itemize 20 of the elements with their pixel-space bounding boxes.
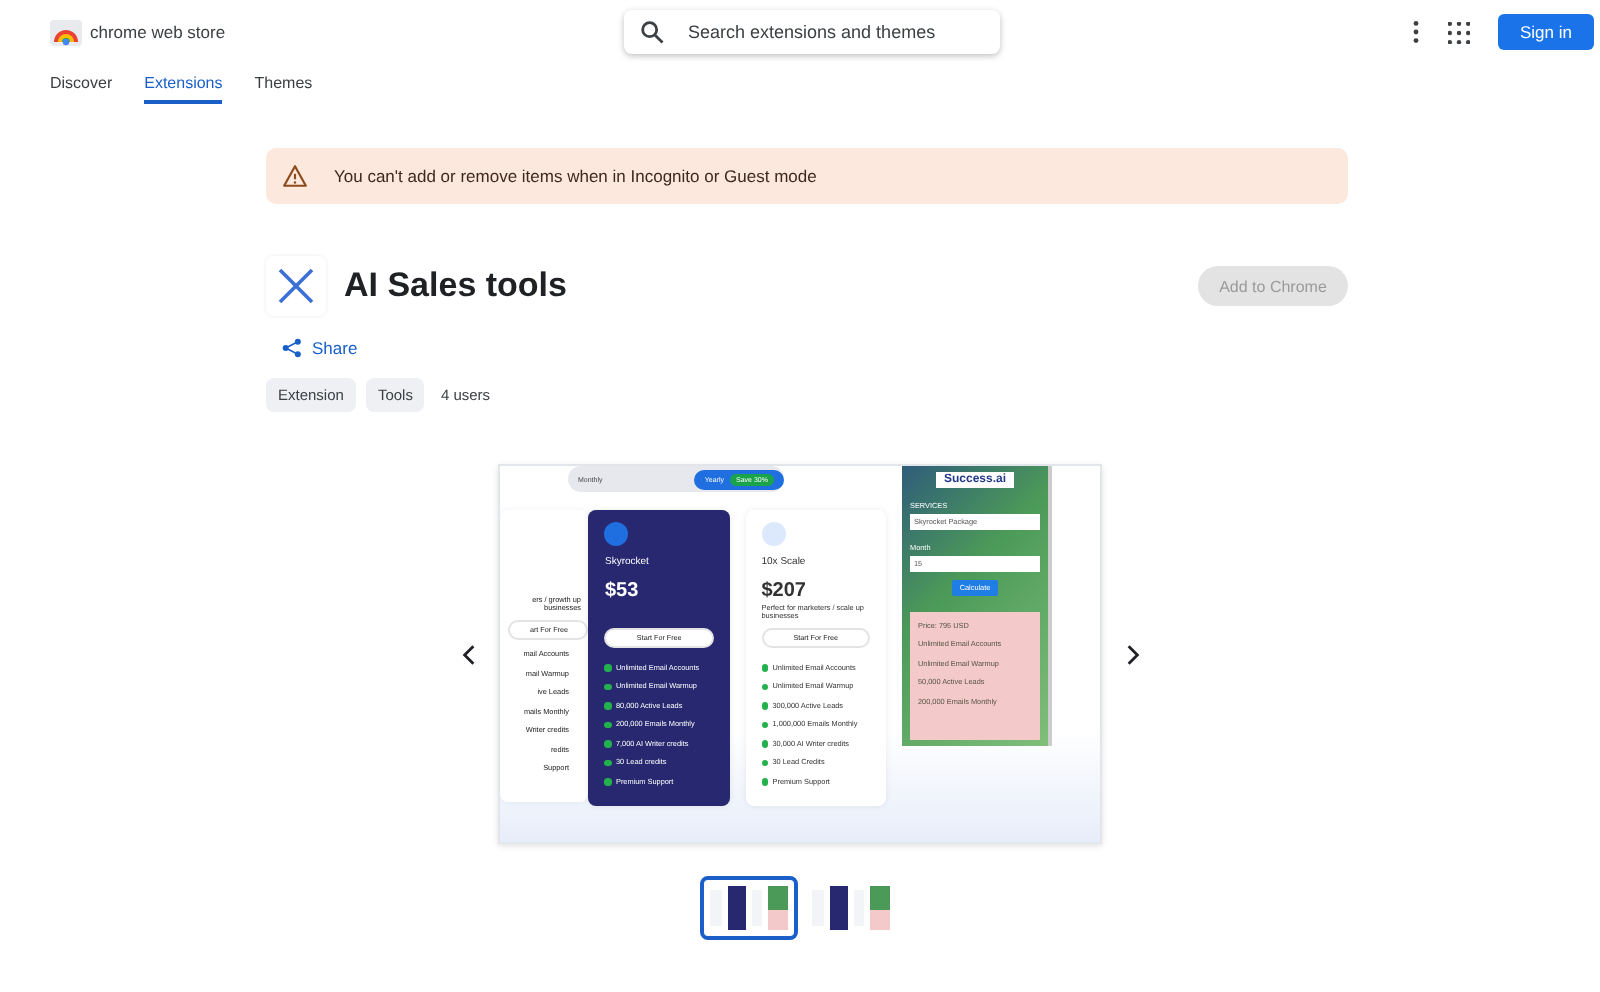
nav-tab[interactable]: Themes: [254, 64, 313, 104]
store-logo-icon[interactable]: [50, 16, 82, 48]
warning-message: You can't add or remove items when in Incognito or Guest mode: [334, 166, 817, 186]
warning-icon: [282, 164, 308, 188]
plan-price: $207: [761, 580, 808, 602]
screenshot-thumbnail[interactable]: [700, 876, 798, 940]
search-icon: [638, 18, 666, 46]
nav-tab[interactable]: Extensions: [144, 64, 223, 104]
nav-tab[interactable]: Discover: [50, 64, 113, 104]
next-arrow-icon[interactable]: [1122, 640, 1142, 668]
share-icon: [282, 338, 302, 358]
plan-price: $53: [604, 580, 641, 602]
more-options-icon[interactable]: [1412, 20, 1420, 44]
store-name[interactable]: chrome web store: [90, 22, 226, 42]
previous-arrow-icon[interactable]: [458, 640, 478, 668]
apps-grid-icon[interactable]: [1448, 21, 1470, 43]
extension-title: AI Sales tools: [344, 266, 567, 306]
share-link[interactable]: Share: [282, 338, 358, 358]
sign-in-button[interactable]: Sign in: [1498, 14, 1594, 50]
search-field[interactable]: Search extensions and themes: [624, 10, 1000, 54]
